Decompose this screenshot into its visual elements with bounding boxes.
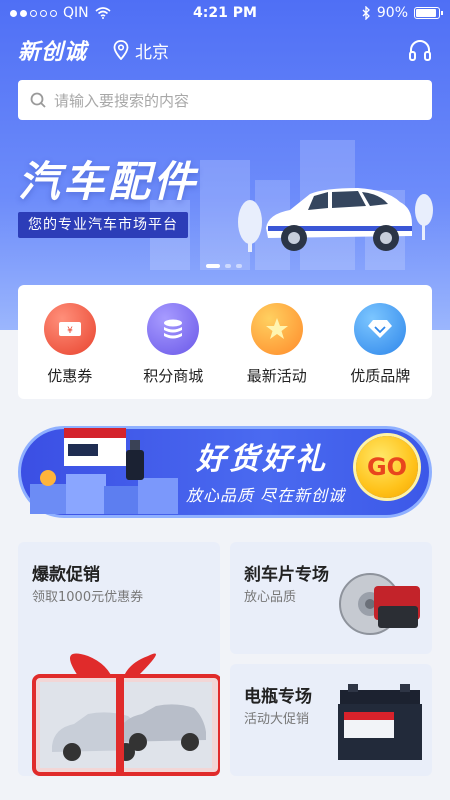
- battery-card[interactable]: 电瓶专场 活动大促销: [230, 664, 432, 776]
- star-icon: [250, 302, 303, 355]
- card-title: 爆款促销: [32, 565, 100, 585]
- quick-item-label: 积分商城: [143, 366, 204, 385]
- card-title: 电瓶专场: [244, 687, 312, 707]
- quick-item-label: 最新活动: [246, 366, 307, 385]
- diamond-icon: [354, 302, 407, 355]
- battery-icon: [414, 7, 443, 19]
- headset-icon[interactable]: [408, 39, 432, 61]
- pagination-dot[interactable]: [236, 264, 242, 268]
- brake-pad-card[interactable]: 刹车片专场 放心品质: [230, 542, 432, 654]
- location-pin-icon: [113, 40, 129, 60]
- pagination-dot[interactable]: [206, 264, 220, 268]
- promo-subtitle: 放心品质 尽在新创诚: [186, 486, 346, 505]
- location-label: 北京: [135, 42, 170, 63]
- card-title: 刹车片专场: [244, 565, 329, 585]
- search-icon: [30, 92, 46, 108]
- car-illustration: [238, 188, 433, 252]
- car-battery-image: [338, 684, 422, 760]
- wifi-icon: [95, 7, 111, 19]
- go-button[interactable]: GO: [356, 436, 418, 498]
- quick-item-coupon[interactable]: ¥ 优惠券: [25, 302, 115, 386]
- banner-title: 汽车配件: [18, 157, 199, 206]
- quick-item-brands[interactable]: 优质品牌: [335, 302, 425, 386]
- card-subtitle: 放心品质: [244, 590, 297, 605]
- promo-banner[interactable]: 好货好礼 放心品质 尽在新创诚 GO: [18, 414, 432, 526]
- promo-illustration: [30, 428, 178, 514]
- location-selector[interactable]: 北京: [113, 38, 169, 63]
- svg-text:¥: ¥: [67, 326, 73, 336]
- status-bar: QIN 4:21 PM 90%: [0, 0, 450, 26]
- banner-pagination[interactable]: [206, 264, 242, 268]
- quick-item-label: 优惠券: [47, 366, 93, 385]
- quick-item-points-mall[interactable]: 积分商城: [128, 302, 218, 386]
- pagination-dot[interactable]: [225, 264, 231, 268]
- card-subtitle: 活动大促销: [244, 712, 310, 727]
- coupon-icon: ¥: [43, 302, 96, 355]
- quick-menu: ¥ 优惠券 积分商城 最新活动 优质品牌: [18, 285, 432, 399]
- banner-subtitle: 您的专业汽车市场平台: [18, 212, 188, 238]
- carrier-name: QIN: [63, 5, 89, 21]
- gift-cars-image: [32, 653, 220, 776]
- signal-icon: [10, 9, 57, 17]
- card-subtitle: 领取1000元优惠券: [32, 590, 144, 605]
- promo-title: 好货好礼: [196, 442, 328, 477]
- hot-sale-card[interactable]: 爆款促销 领取1000元优惠券: [18, 542, 220, 776]
- bluetooth-icon: [362, 6, 370, 20]
- battery-percent: 90%: [376, 5, 408, 21]
- coins-icon: [147, 302, 200, 355]
- quick-item-label: 优质品牌: [350, 366, 411, 385]
- app-logo: 新创诚: [18, 40, 88, 65]
- app-header: 新创诚 北京: [18, 30, 432, 70]
- search-input[interactable]: 请输入要搜索的内容: [18, 80, 432, 120]
- brake-disc-image: [339, 573, 420, 635]
- quick-item-activities[interactable]: 最新活动: [232, 302, 322, 386]
- search-placeholder: 请输入要搜索的内容: [54, 91, 190, 110]
